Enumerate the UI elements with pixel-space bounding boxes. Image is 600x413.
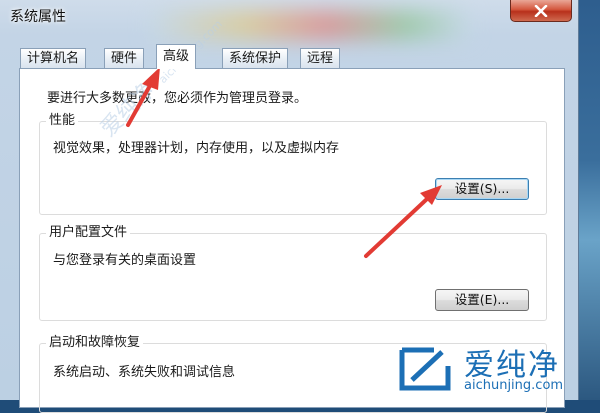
tab-advanced[interactable]: 高级 (156, 44, 197, 69)
performance-settings-button[interactable]: 设置(S)... (435, 178, 529, 200)
close-button[interactable] (510, 0, 572, 22)
startup-recovery-description: 系统启动、系统失败和调试信息 (53, 365, 236, 380)
user-profiles-title: 用户配置文件 (46, 225, 131, 241)
window-title: 系统属性 (10, 9, 66, 25)
performance-title: 性能 (46, 113, 79, 129)
logo-url: aichunjing.com (464, 378, 564, 393)
tab-computer-name[interactable]: 计算机名 (20, 48, 87, 68)
startup-recovery-title: 启动和故障恢复 (46, 335, 144, 351)
tab-remote[interactable]: 远程 (300, 48, 341, 68)
tab-system-protection[interactable]: 系统保护 (222, 48, 289, 68)
user-profiles-description: 与您登录有关的桌面设置 (53, 253, 197, 268)
site-logo: 爱纯净 aichunjing.com (398, 340, 594, 398)
user-profiles-group: 用户配置文件 与您登录有关的桌面设置 设置(E)... (39, 225, 547, 321)
title-bar: 系统属性 (0, 0, 578, 40)
user-profiles-settings-button[interactable]: 设置(E)... (435, 289, 529, 311)
logo-mark-icon (399, 347, 451, 391)
tab-hardware[interactable]: 硬件 (104, 48, 145, 68)
close-icon (534, 4, 548, 17)
admin-notice: 要进行大多数更改，您必须作为管理员登录。 (47, 91, 308, 106)
performance-description: 视觉效果，处理器计划，内存使用，以及虚拟内存 (53, 141, 340, 156)
